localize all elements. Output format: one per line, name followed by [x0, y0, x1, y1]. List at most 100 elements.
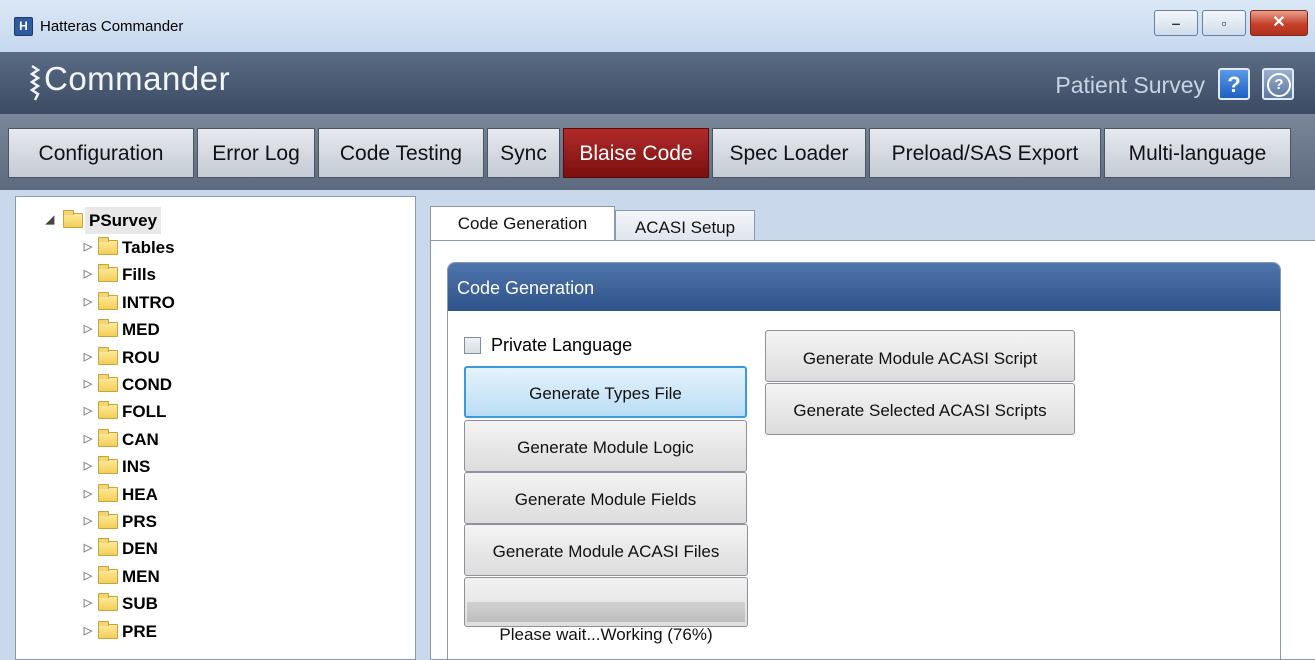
folder-icon	[98, 456, 118, 475]
window-title: Hatteras Commander	[40, 18, 184, 35]
progress-fill	[467, 602, 745, 622]
tree-node[interactable]: ▷ INTRO	[16, 289, 396, 316]
folder-icon	[98, 237, 118, 255]
tab-blaise-code[interactable]: Blaise Code	[563, 128, 709, 178]
collapsed-arrow-icon[interactable]: ▷	[82, 618, 94, 645]
tree-node[interactable]: ▷ Fills	[16, 261, 396, 288]
tree-node-label: SUB	[122, 594, 158, 614]
generate-types-file-button[interactable]: Generate Types File	[464, 366, 747, 418]
tree-node[interactable]: ▷ INS	[16, 453, 396, 480]
app-window: H Hatteras Commander ‒ ▫ ✕ Commander Pat…	[0, 0, 1315, 660]
generate-module-acasi-script-button[interactable]: Generate Module ACASI Script	[765, 330, 1075, 382]
tree-node[interactable]: ▷ SUB	[16, 590, 396, 617]
private-language-checkbox[interactable]	[464, 337, 481, 354]
folder-icon	[98, 319, 118, 338]
tab-error-log[interactable]: Error Log	[197, 128, 315, 178]
folder-icon	[98, 346, 118, 365]
tab-preload-sas-export[interactable]: Preload/SAS Export	[869, 128, 1101, 178]
minimize-icon: ‒	[1172, 15, 1180, 31]
tree-node-label: MED	[122, 320, 160, 340]
tree-node-label: CAN	[122, 429, 159, 449]
app-name: Commander	[44, 60, 231, 97]
help-icon[interactable]: ?	[1218, 68, 1250, 100]
minimize-button[interactable]: ‒	[1154, 10, 1198, 36]
tab-configuration[interactable]: Configuration	[8, 128, 194, 178]
tab-acasi-setup[interactable]: ACASI Setup	[615, 210, 755, 244]
tab-spec-loader[interactable]: Spec Loader	[712, 128, 866, 178]
tree-node[interactable]: ▷ PRE	[16, 618, 396, 645]
tree-node-root[interactable]: ◢ PSurvey	[16, 207, 396, 234]
tree-node[interactable]: ▷ FOLL	[16, 398, 396, 425]
info-icon-glyph: ?	[1267, 73, 1291, 97]
tree-node-label: HEA	[122, 484, 158, 504]
header-subtitle: Patient Survey	[1055, 72, 1205, 98]
folder-icon	[98, 565, 118, 584]
folder-icon	[63, 210, 83, 228]
tree-node[interactable]: ▷ DEN	[16, 535, 396, 562]
collapsed-arrow-icon[interactable]: ▷	[82, 344, 94, 371]
info-icon[interactable]: ?	[1262, 68, 1294, 100]
collapsed-arrow-icon[interactable]: ▷	[82, 426, 94, 453]
collapsed-arrow-icon[interactable]: ▷	[82, 590, 94, 617]
close-button[interactable]: ✕	[1250, 10, 1308, 36]
private-language-label: Private Language	[491, 335, 633, 355]
progress-bar	[464, 577, 748, 627]
collapsed-arrow-icon[interactable]: ▷	[82, 535, 94, 562]
generate-module-logic-button[interactable]: Generate Module Logic	[464, 420, 747, 472]
collapsed-arrow-icon[interactable]: ▷	[82, 261, 94, 288]
collapsed-arrow-icon[interactable]: ▷	[82, 398, 94, 425]
collapsed-arrow-icon[interactable]: ▷	[82, 563, 94, 590]
folder-icon	[98, 483, 118, 502]
tree-node[interactable]: ▷ COND	[16, 371, 396, 398]
tree-node-label: MEN	[122, 566, 160, 586]
tree-node-label: PSurvey	[85, 207, 162, 234]
collapsed-arrow-icon[interactable]: ▷	[82, 289, 94, 316]
status-text: Please wait...Working (76%)	[499, 625, 713, 644]
tab-code-testing[interactable]: Code Testing	[318, 128, 484, 178]
collapsed-arrow-icon[interactable]: ▷	[82, 508, 94, 535]
tree-node[interactable]: ▷ HEA	[16, 481, 396, 508]
tree-node-label: PRS	[122, 512, 157, 531]
folder-icon	[98, 511, 118, 529]
generate-selected-acasi-scripts-button[interactable]: Generate Selected ACASI Scripts	[765, 383, 1075, 435]
folder-icon	[98, 428, 118, 447]
tree-node-label: DEN	[122, 539, 158, 559]
maximize-icon: ▫	[1221, 15, 1227, 31]
generate-module-acasi-files-button[interactable]: Generate Module ACASI Files	[464, 524, 748, 576]
drill-logo-icon	[29, 64, 41, 101]
tree-node[interactable]: ▷ PRS	[16, 508, 396, 535]
app-icon: H	[14, 17, 33, 36]
tab-code-generation[interactable]: Code Generation	[430, 206, 615, 242]
collapsed-arrow-icon[interactable]: ▷	[82, 234, 94, 261]
collapsed-arrow-icon[interactable]: ▷	[82, 481, 94, 508]
tab-multi-language[interactable]: Multi-language	[1104, 128, 1291, 178]
title-bar: H Hatteras Commander ‒ ▫ ✕	[0, 0, 1315, 53]
expanded-arrow-icon[interactable]: ◢	[44, 207, 56, 234]
tree-node-label: PRE	[122, 621, 157, 641]
collapsed-arrow-icon[interactable]: ▷	[82, 371, 94, 398]
survey-tree[interactable]: ◢ PSurvey ▷ Tables ▷ Fills ▷ INTRO ▷ MED ▷ ROU ▷ CO…	[15, 196, 416, 660]
generate-module-fields-button[interactable]: Generate Module Fields	[464, 472, 747, 524]
tree-node[interactable]: ▷ CAN	[16, 426, 396, 453]
tree-node-label: ROU	[122, 347, 160, 367]
folder-icon	[98, 264, 118, 283]
tree-node-label: Tables	[122, 238, 175, 257]
tab-sync[interactable]: Sync	[487, 128, 560, 178]
folder-icon	[98, 593, 118, 612]
folder-icon	[98, 291, 118, 310]
tree-node[interactable]: ▷ ROU	[16, 344, 396, 371]
close-icon: ✕	[1272, 14, 1286, 31]
collapsed-arrow-icon[interactable]: ▷	[82, 453, 94, 480]
collapsed-arrow-icon[interactable]: ▷	[82, 316, 94, 343]
maximize-button[interactable]: ▫	[1202, 10, 1246, 36]
tree-node-label: COND	[122, 375, 173, 394]
tree-node[interactable]: ▷ MED	[16, 316, 396, 343]
tree-node-label: FOLL	[122, 402, 167, 422]
group-title: Code Generation	[448, 263, 1280, 311]
folder-icon	[98, 620, 118, 639]
tree-node-label: Fills	[122, 265, 157, 285]
tree-node[interactable]: ▷ MEN	[16, 563, 396, 590]
tree-node[interactable]: ▷ Tables	[16, 234, 396, 261]
folder-icon	[98, 538, 118, 557]
main-tab-bar: Configuration Error Log Code Testing Syn…	[0, 114, 1315, 190]
